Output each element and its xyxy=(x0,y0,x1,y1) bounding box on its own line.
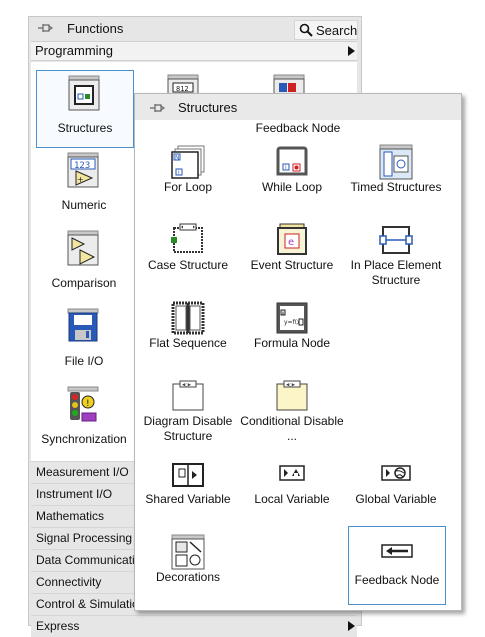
category-label: Data Communication xyxy=(36,553,149,567)
case-structure-label: Case Structure xyxy=(147,258,229,272)
structures-label: Structures xyxy=(57,121,113,135)
svg-text:+: + xyxy=(77,175,84,184)
shared-variable-label: Shared Variable xyxy=(145,492,231,506)
diagram-disable-icon: ◀▯▶ xyxy=(170,378,206,414)
programming-category-header[interactable]: Programming xyxy=(31,41,357,61)
svg-text:e: e xyxy=(288,237,294,248)
shared-variable-item[interactable]: Shared Variable xyxy=(140,452,236,526)
in-place-element-icon xyxy=(378,222,414,258)
local-variable-icon xyxy=(274,456,310,492)
global-variable-icon xyxy=(378,456,414,492)
structures-palette: Structures Feedback Node N i For Loop i xyxy=(134,93,462,611)
functions-title: Functions xyxy=(67,21,124,36)
search-icon xyxy=(299,23,313,37)
floppy-disk-icon xyxy=(66,308,100,346)
comparison-label: Comparison xyxy=(51,276,117,290)
structures-title: Structures xyxy=(178,100,238,115)
conditional-disable-icon: ◀▯▶ xyxy=(274,378,310,414)
decorations-item[interactable]: Decorations xyxy=(140,530,236,604)
feedback-node-item[interactable]: Feedback Node xyxy=(348,526,446,605)
category-label: Measurement I/O xyxy=(36,465,129,479)
local-variable-item[interactable]: Local Variable xyxy=(244,452,340,526)
synchronization-palette-item[interactable]: ! Synchronization xyxy=(36,382,132,458)
comparison-palette-item[interactable]: Comparison xyxy=(36,226,132,302)
global-variable-item[interactable]: Global Variable xyxy=(348,452,444,526)
functions-title-bar[interactable]: Functions Search xyxy=(29,17,361,40)
svg-text:◀▯▶: ◀▯▶ xyxy=(286,382,295,388)
flat-sequence-item[interactable]: Flat Sequence xyxy=(140,296,236,370)
synchronization-label: Synchronization xyxy=(41,432,127,446)
formula-node-icon: x y=f(x) xyxy=(274,300,310,336)
numeric-icon: 123 + xyxy=(66,152,100,190)
category-label: Express xyxy=(36,619,80,633)
for-loop-item[interactable]: N i For Loop xyxy=(140,140,236,214)
category-express[interactable]: Express xyxy=(31,615,357,637)
expand-arrow-icon xyxy=(348,621,355,631)
hover-tooltip-label: Feedback Node xyxy=(255,121,341,135)
case-structure-icon xyxy=(170,222,206,258)
structures-palette-item[interactable]: Structures xyxy=(36,70,134,148)
svg-text:!: ! xyxy=(86,399,90,409)
event-structure-icon: e xyxy=(274,222,310,258)
traffic-light-icon: ! xyxy=(66,386,100,426)
svg-text:x: x xyxy=(282,311,285,317)
flat-sequence-icon xyxy=(170,300,206,336)
diagram-disable-label: Diagram Disable Structure xyxy=(143,414,233,443)
numeric-label: Numeric xyxy=(61,198,107,212)
for-loop-label: For Loop xyxy=(163,180,213,194)
event-structure-item[interactable]: e Event Structure xyxy=(244,218,340,292)
array-icon[interactable]: 812 xyxy=(166,74,200,94)
cluster-icon[interactable] xyxy=(272,74,306,94)
file-io-label: File I/O xyxy=(64,354,104,368)
conditional-disable-item[interactable]: ◀▯▶ Conditional Disable ... xyxy=(240,374,344,448)
while-loop-icon: i xyxy=(274,144,310,180)
timed-structures-item[interactable]: Timed Structures xyxy=(348,140,444,214)
formula-node-label: Formula Node xyxy=(253,336,331,350)
flat-sequence-label: Flat Sequence xyxy=(149,336,227,350)
decorations-label: Decorations xyxy=(155,570,221,584)
formula-node-item[interactable]: x y=f(x) Formula Node xyxy=(244,296,340,370)
diagram-disable-structure-item[interactable]: ◀▯▶ Diagram Disable Structure xyxy=(140,374,236,448)
category-label: Programming xyxy=(35,43,114,58)
category-label: Instrument I/O xyxy=(36,487,113,501)
svg-text:812: 812 xyxy=(176,85,189,93)
while-loop-item[interactable]: i While Loop xyxy=(244,140,340,214)
feedback-node-label: Feedback Node xyxy=(354,573,440,587)
timed-structures-label: Timed Structures xyxy=(350,180,442,194)
pin-icon[interactable] xyxy=(37,21,53,35)
feedback-node-icon xyxy=(379,533,415,569)
event-structure-label: Event Structure xyxy=(250,258,334,272)
category-label: Connectivity xyxy=(36,575,102,589)
svg-text:◀▯▶: ◀▯▶ xyxy=(182,382,191,388)
svg-text:N: N xyxy=(175,155,180,162)
timed-structures-icon xyxy=(378,144,414,180)
global-variable-label: Global Variable xyxy=(355,492,437,506)
expand-arrow-icon xyxy=(348,46,355,56)
search-label: Search xyxy=(316,23,358,38)
case-structure-item[interactable]: Case Structure xyxy=(140,218,236,292)
while-loop-label: While Loop xyxy=(261,180,323,194)
category-label: Mathematics xyxy=(36,509,105,523)
category-label: Signal Processing xyxy=(36,531,133,545)
structures-title-bar[interactable]: Structures xyxy=(135,94,461,120)
category-label: Control & Simulation xyxy=(36,597,146,611)
pin-icon[interactable] xyxy=(149,101,165,115)
decorations-icon xyxy=(170,534,206,570)
file-io-palette-item[interactable]: File I/O xyxy=(36,304,132,380)
for-loop-icon: N i xyxy=(170,144,206,180)
conditional-disable-label: Conditional Disable ... xyxy=(240,414,344,443)
structures-icon xyxy=(67,75,101,113)
shared-variable-icon xyxy=(170,456,206,492)
search-button[interactable]: Search xyxy=(294,20,358,40)
svg-text:123: 123 xyxy=(74,161,90,171)
numeric-palette-item[interactable]: 123 + Numeric xyxy=(36,148,132,224)
in-place-element-label: In Place Element Structure xyxy=(350,258,442,287)
comparison-icon xyxy=(66,230,100,268)
in-place-element-structure-item[interactable]: In Place Element Structure xyxy=(348,218,444,292)
local-variable-label: Local Variable xyxy=(254,492,330,506)
